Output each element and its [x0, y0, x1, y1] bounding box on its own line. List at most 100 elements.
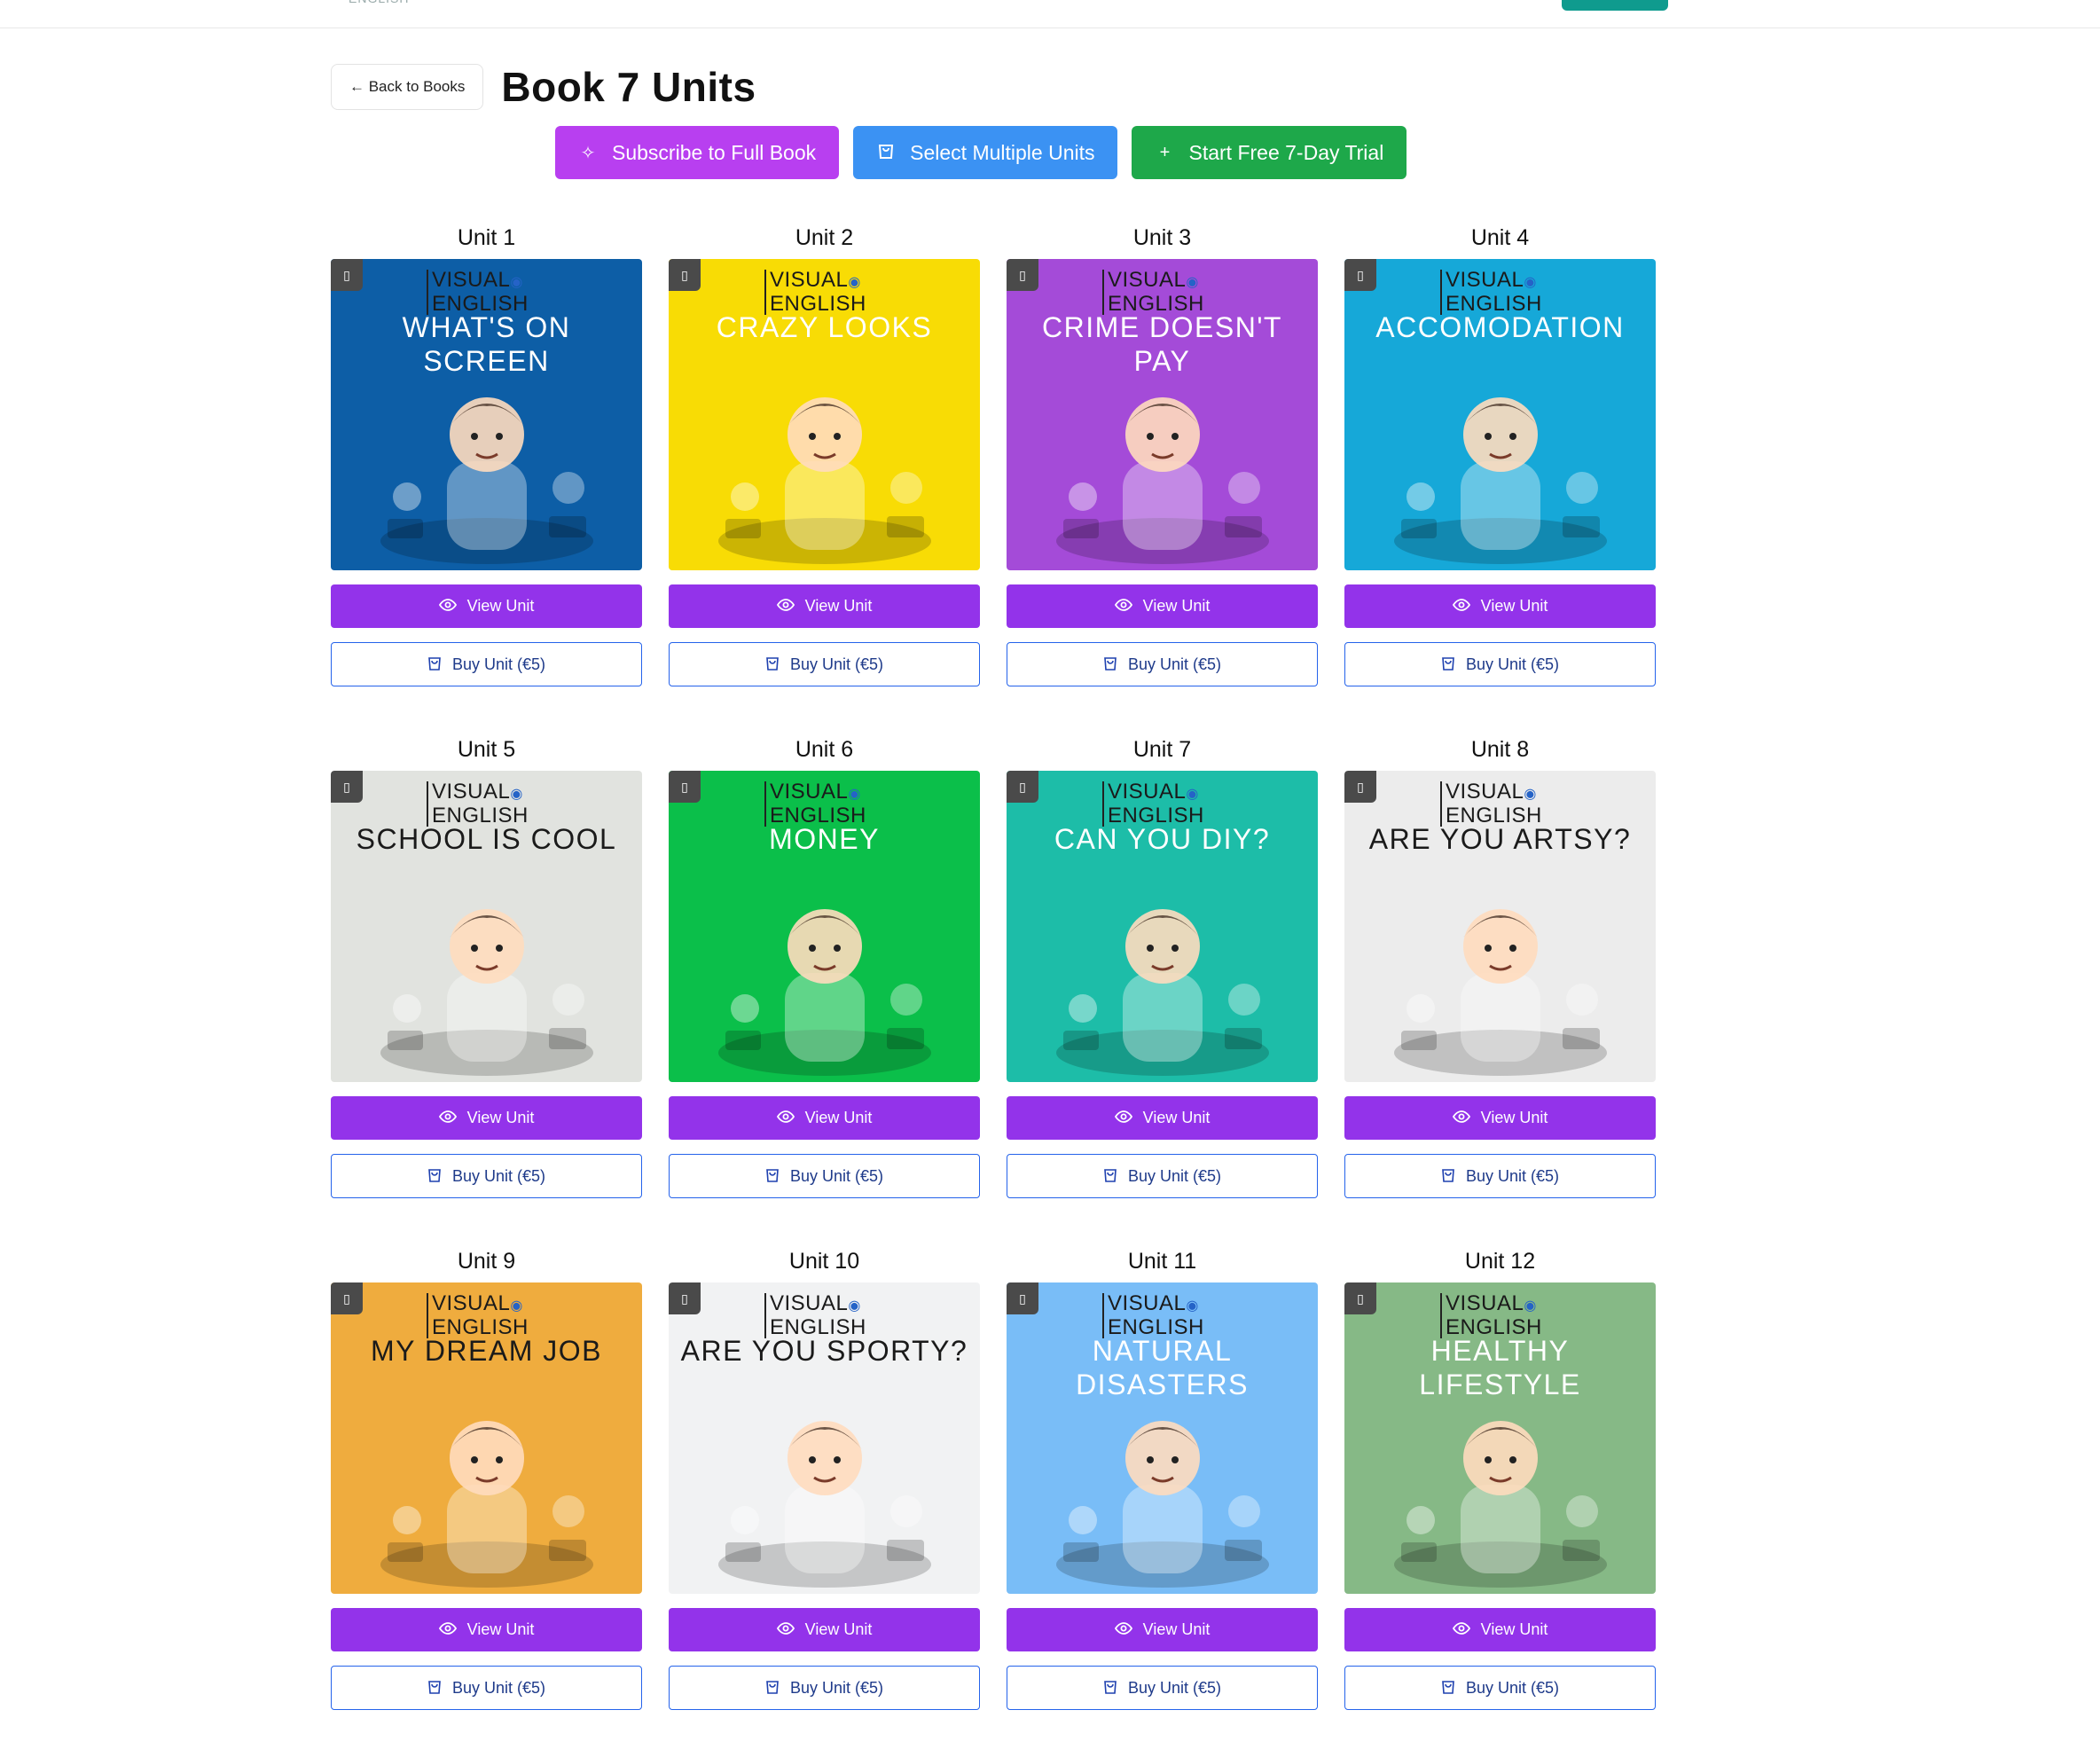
view-unit-button[interactable]: View Unit [669, 1096, 980, 1140]
book-icon: ▯ [1007, 771, 1038, 803]
unit-cover-image[interactable]: ▯ VISUAL◉ ENGLISH HEALTHY LIFESTYLE [1344, 1282, 1656, 1594]
unit-cover-image[interactable]: ▯ VISUAL◉ ENGLISH CAN YOU DIY? [1007, 771, 1318, 1082]
eye-icon [1114, 597, 1132, 616]
shopping-bag-icon [765, 1166, 780, 1187]
buy-unit-button[interactable]: Buy Unit (€5) [669, 642, 980, 686]
cover-illustration [380, 397, 593, 564]
shopping-bag-icon [1441, 1678, 1455, 1698]
buy-unit-button[interactable]: Buy Unit (€5) [1344, 1154, 1656, 1198]
unit-card: Unit 6 ▯ VISUAL◉ ENGLISH MONEY View Unit… [669, 733, 980, 1245]
plus-icon: + [1159, 142, 1171, 162]
buy-unit-label: Buy Unit (€5) [789, 1678, 884, 1697]
view-unit-button[interactable]: View Unit [1344, 584, 1656, 628]
view-unit-button[interactable]: View Unit [1344, 1096, 1656, 1140]
unit-cover-image[interactable]: ▯ VISUAL◉ ENGLISH CRIME DOESN'T PAY [1007, 259, 1318, 570]
unit-card: Unit 8 ▯ VISUAL◉ENGLISH ARE YOU ARTSY? [1344, 733, 1656, 1245]
buy-unit-button[interactable]: Buy Unit (€5) [1007, 642, 1318, 686]
visual-english-logo: VISUAL◉ ENGLISH [764, 781, 866, 827]
unit-title: Unit 3 [1132, 225, 1192, 250]
site-logo[interactable]: ENGLISH [349, 0, 409, 5]
view-unit-button[interactable]: View Unit [331, 1096, 642, 1140]
unit-cover-image[interactable]: ▯ VISUAL◉ ENGLISH SCHOOL IS COOL [331, 771, 642, 1082]
unit-cover-image[interactable]: ▯ VISUAL◉ ENGLISH MY DREAM JOB [331, 1282, 642, 1594]
shopping-bag-icon [1103, 655, 1117, 675]
buy-unit-label: Buy Unit (€5) [1465, 1678, 1560, 1697]
eye-icon [1452, 597, 1470, 616]
unit-card: Unit 9 ▯ VISUAL◉ ENGLISH MY DREAM JOB Vi… [331, 1245, 642, 1757]
shopping-bag-icon [765, 1678, 780, 1698]
cover-title: ACCOMODATION [1375, 311, 1625, 343]
buy-unit-button[interactable]: Buy Unit (€5) [1007, 1666, 1318, 1710]
visual-english-logo: VISUAL◉ ENGLISH [427, 781, 529, 827]
view-unit-label: View Unit [466, 1620, 535, 1638]
visual-english-logo: VISUAL◉ ENGLISH [1102, 781, 1204, 827]
buy-unit-label: Buy Unit (€5) [1127, 655, 1222, 673]
unit-cover-image[interactable]: ▯ VISUAL◉ ENGLISH WHAT'S ON SCREEN [331, 259, 642, 570]
shopping-bag-icon [427, 1166, 442, 1187]
view-unit-button[interactable]: View Unit [1007, 1096, 1318, 1140]
view-unit-button[interactable]: View Unit [1007, 584, 1318, 628]
view-unit-button[interactable]: View Unit [669, 1608, 980, 1651]
eye-icon [438, 597, 457, 616]
shopping-bag-icon [1103, 1166, 1117, 1187]
shopping-bag-icon [427, 655, 442, 675]
visual-english-logo: VISUAL◉ ENGLISH [1102, 270, 1204, 315]
book-icon: ▯ [1344, 259, 1376, 291]
view-unit-button[interactable]: View Unit [1007, 1608, 1318, 1651]
buy-unit-button[interactable]: Buy Unit (€5) [1007, 1154, 1318, 1198]
subscribe-full-book-button[interactable]: ✧ Subscribe to Full Book [555, 126, 840, 179]
buy-unit-button[interactable]: Buy Unit (€5) [331, 1154, 642, 1198]
buy-unit-button[interactable]: Buy Unit (€5) [1344, 642, 1656, 686]
view-unit-button[interactable]: View Unit [669, 584, 980, 628]
unit-card: Unit 1 ▯ VISUAL◉ ENGLISH WHAT'S ON SCREEN [331, 222, 642, 733]
cover-illustration [1393, 397, 1607, 564]
cover-illustration [380, 1421, 593, 1588]
select-multiple-units-button[interactable]: Select Multiple Units [853, 126, 1118, 179]
cover-title: SCHOOL IS COOL [356, 823, 617, 855]
start-free-trial-button[interactable]: + Start Free 7-Day Trial [1132, 126, 1407, 179]
unit-card: Unit 2 ▯ VISUAL◉ ENGLISH CRAZY LOOKS Vie… [669, 222, 980, 733]
cover-illustration [1393, 909, 1607, 1076]
buy-unit-button[interactable]: Buy Unit (€5) [669, 1666, 980, 1710]
unit-title: Unit 4 [1470, 225, 1530, 250]
view-unit-button[interactable]: View Unit [331, 1608, 642, 1651]
eye-icon [438, 1620, 457, 1639]
unit-cover-image[interactable]: ▯ VISUAL◉ ENGLISH CRAZY LOOKS [669, 259, 980, 570]
view-unit-button[interactable]: View Unit [1344, 1608, 1656, 1651]
buy-unit-button[interactable]: Buy Unit (€5) [331, 1666, 642, 1710]
unit-cover-image[interactable]: ▯ VISUAL◉ ENGLISH ACCOMODATION [1344, 259, 1656, 570]
unit-cover-image[interactable]: ▯ VISUAL◉ ENGLISH ARE YOU ARTSY? [1344, 771, 1656, 1082]
unit-card: Unit 10 ▯ VISUAL◉ ENGLISH ARE YOU SPORTY? [669, 1245, 980, 1757]
cover-title: MONEY [769, 823, 880, 855]
eye-icon [1452, 1109, 1470, 1127]
book-actions: ✧ Subscribe to Full Book Select Multiple… [555, 126, 1407, 179]
select-multiple-label: Select Multiple Units [910, 140, 1095, 164]
cover-illustration [717, 909, 931, 1076]
page-title: Book 7 Units [501, 64, 756, 110]
buy-unit-button[interactable]: Buy Unit (€5) [669, 1154, 980, 1198]
unit-cover-image[interactable]: ▯ VISUAL◉ ENGLISH NATURAL DISASTERS [1007, 1282, 1318, 1594]
view-unit-button[interactable]: View Unit [331, 584, 642, 628]
buy-unit-button[interactable]: Buy Unit (€5) [1344, 1666, 1656, 1710]
cover-title: MY DREAM JOB [371, 1335, 602, 1367]
top-navbar: ENGLISH [0, 0, 2100, 28]
buy-unit-label: Buy Unit (€5) [1127, 1678, 1222, 1697]
unit-title: Unit 1 [457, 225, 516, 250]
shopping-bag-icon [1441, 1166, 1455, 1187]
eye-icon [1452, 1620, 1470, 1639]
unit-cover-image[interactable]: ▯ VISUAL◉ ENGLISH MONEY [669, 771, 980, 1082]
book-icon: ▯ [669, 1282, 701, 1314]
buy-unit-button[interactable]: Buy Unit (€5) [331, 642, 642, 686]
navbar-cta-button[interactable] [1562, 0, 1668, 11]
visual-english-logo: VISUAL◉ ENGLISH [427, 1293, 529, 1338]
view-unit-label: View Unit [1480, 1109, 1548, 1126]
cover-title: ARE YOU ARTSY? [1368, 823, 1632, 855]
cover-title: CAN YOU DIY? [1054, 823, 1271, 855]
cover-illustration [1393, 1421, 1607, 1588]
buy-unit-label: Buy Unit (€5) [451, 655, 546, 673]
eye-icon [776, 597, 795, 616]
back-to-books-button[interactable]: ← Back to Books [331, 64, 484, 110]
book-icon: ▯ [1344, 771, 1376, 803]
unit-cover-image[interactable]: ▯ VISUAL◉ ENGLISH ARE YOU SPORTY? [669, 1282, 980, 1594]
book-icon: ▯ [1007, 1282, 1038, 1314]
